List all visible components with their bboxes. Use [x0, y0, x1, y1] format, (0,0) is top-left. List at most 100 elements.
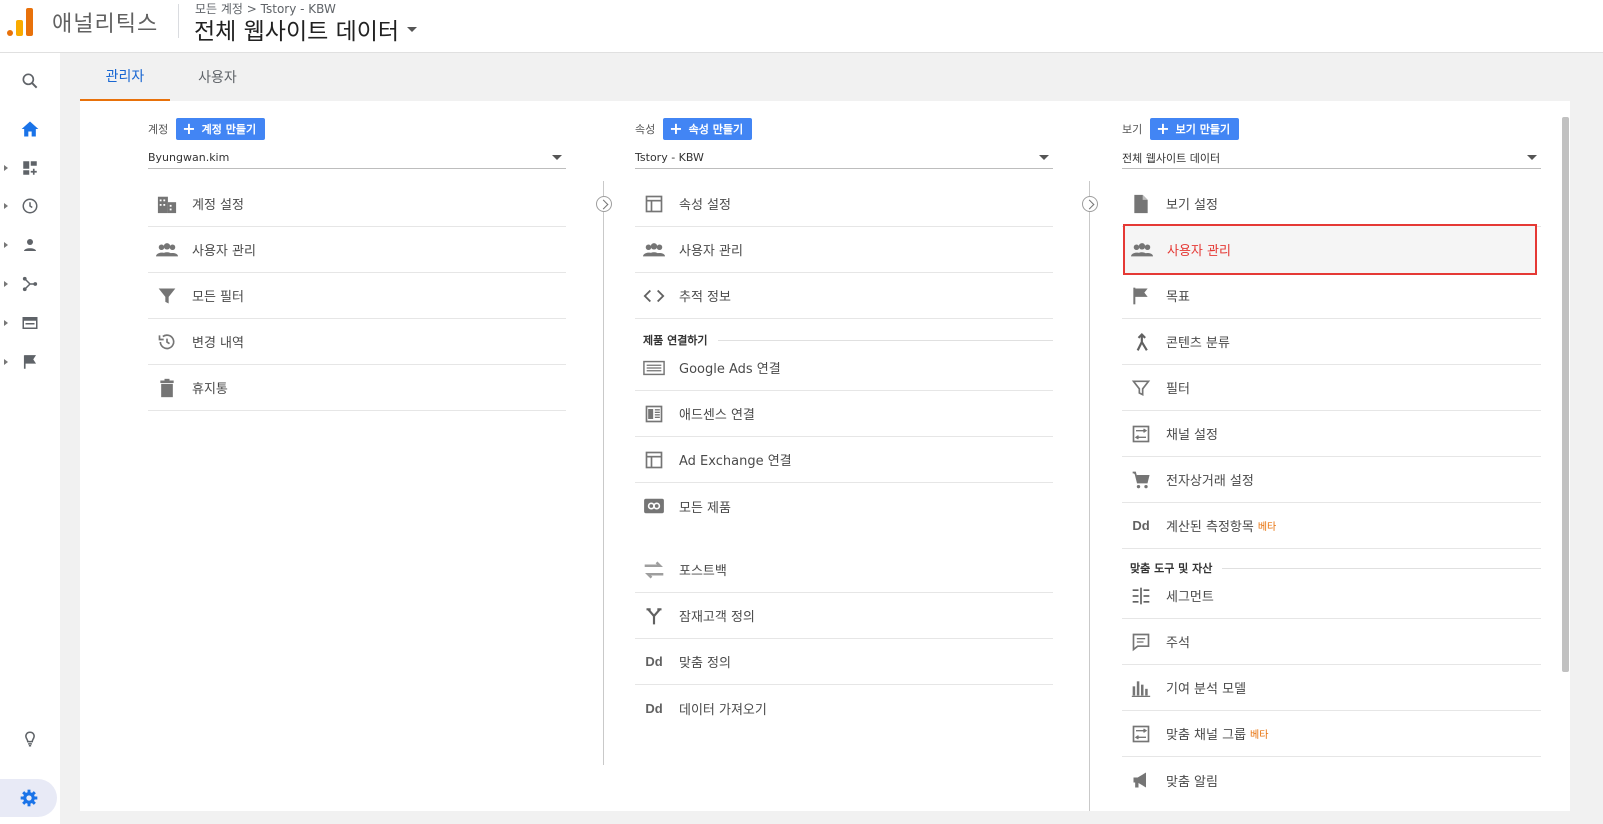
menu-label: Google Ads 연결: [679, 362, 781, 377]
comment-icon: [1130, 631, 1152, 653]
menu-label: 모든 필터: [192, 290, 244, 305]
tracking-info-item[interactable]: 추적 정보: [635, 273, 1053, 319]
admin-nav-button[interactable]: [0, 779, 57, 817]
lightbulb-icon: [25, 731, 35, 747]
realtime-nav-button[interactable]: [0, 189, 60, 223]
adsense-icon: [643, 403, 665, 425]
customization-nav-button[interactable]: [0, 151, 60, 185]
menu-label: 맞춤 알림: [1166, 774, 1218, 790]
plus-icon: +: [1156, 119, 1170, 138]
menu-label: Ad Exchange 연결: [679, 454, 792, 469]
view-settings-item[interactable]: 보기 설정: [1122, 181, 1541, 227]
menu-label: 모든 제품: [679, 500, 731, 516]
behavior-nav-button[interactable]: [0, 306, 60, 340]
menu-label: 사용자 관리: [192, 244, 256, 259]
beta-badge: 베타: [1250, 730, 1269, 741]
view-user-management-item[interactable]: 사용자 관리: [1123, 224, 1537, 275]
custom-alerts-item[interactable]: 맞춤 알림: [1122, 757, 1541, 803]
section-rule: [717, 339, 1053, 341]
custom-definitions-item[interactable]: Dd 맞춤 정의: [635, 639, 1053, 685]
view-selector[interactable]: 전체 웹사이트 데이터: [194, 12, 418, 46]
discover-nav-button[interactable]: [0, 722, 60, 756]
menu-label: 기여 분석 모델: [1166, 682, 1247, 697]
account-settings-item[interactable]: 계정 설정: [148, 181, 566, 227]
dd-icon: Dd: [645, 700, 663, 716]
expand-arrow-icon: [4, 165, 8, 171]
menu-label: 콘텐츠 분류: [1166, 336, 1230, 351]
search-nav-button[interactable]: [0, 64, 60, 98]
caret-down-icon: [1039, 155, 1049, 160]
column-divider: [1089, 181, 1090, 811]
view-selected: 전체 웹사이트 데이터: [1122, 151, 1221, 165]
property-user-management-item[interactable]: 사용자 관리: [635, 227, 1053, 273]
google-ads-link-item[interactable]: Google Ads 연결: [635, 345, 1053, 391]
postback-item[interactable]: 포스트백: [635, 547, 1053, 593]
ecommerce-settings-item[interactable]: 전자상거래 설정: [1122, 457, 1541, 503]
conversions-nav-button[interactable]: [0, 345, 60, 379]
change-history-item[interactable]: 변경 내역: [148, 319, 566, 365]
account-label: 계정: [148, 123, 169, 136]
fork-icon: [643, 605, 665, 627]
attribution-models-item[interactable]: 기여 분석 모델: [1122, 665, 1541, 711]
property-selected: Tstory - KBW: [635, 151, 704, 164]
tab-admin[interactable]: 관리자: [80, 53, 170, 101]
property-settings-item[interactable]: 속성 설정: [635, 181, 1053, 227]
flag-icon: [1130, 285, 1152, 307]
plus-icon: +: [182, 119, 196, 138]
trash-item[interactable]: 휴지통: [148, 365, 566, 411]
account-user-management-item[interactable]: 사용자 관리: [148, 227, 566, 273]
tab-user[interactable]: 사용자: [180, 53, 255, 101]
all-filters-item[interactable]: 모든 필터: [148, 273, 566, 319]
menu-label: 목표: [1166, 290, 1190, 305]
acquisition-nav-button[interactable]: [0, 267, 60, 301]
audience-nav-button[interactable]: [0, 228, 60, 262]
custom-channel-grouping-item[interactable]: 맞춤 채널 그룹 베타: [1122, 711, 1541, 757]
cart-icon: [1130, 469, 1152, 491]
view-label: 보기: [1122, 123, 1143, 136]
expand-arrow-icon: [4, 281, 8, 287]
segments-item[interactable]: 세그먼트: [1122, 573, 1541, 619]
ad-exchange-link-item[interactable]: Ad Exchange 연결: [635, 437, 1053, 483]
filter-icon: [156, 285, 178, 307]
view-filters-item[interactable]: 필터: [1122, 365, 1541, 411]
menu-label: 계산된 측정항목: [1166, 520, 1254, 535]
account-selector[interactable]: Byungwan.kim: [148, 147, 566, 169]
goals-item[interactable]: 목표: [1122, 273, 1541, 319]
all-products-item[interactable]: 모든 제품: [635, 483, 1053, 529]
calculated-metrics-item[interactable]: Dd 계산된 측정항목 베타: [1122, 503, 1541, 549]
menu-label: 전자상거래 설정: [1166, 474, 1254, 489]
create-view-button[interactable]: + 보기 만들기: [1150, 118, 1240, 140]
acquisition-icon: [22, 276, 38, 292]
expand-arrow-icon: [4, 242, 8, 248]
menu-label: 휴지통: [192, 382, 228, 397]
audience-definitions-item[interactable]: 잠재고객 정의: [635, 593, 1053, 639]
create-account-button[interactable]: + 계정 만들기: [176, 118, 266, 140]
panel-scrollbar[interactable]: [1562, 117, 1569, 672]
adsense-link-item[interactable]: 애드센스 연결: [635, 391, 1053, 437]
people-icon: [1131, 239, 1153, 261]
account-selected: Byungwan.kim: [148, 151, 230, 164]
home-nav-button[interactable]: [0, 112, 60, 146]
home-icon: [21, 121, 39, 137]
data-import-item[interactable]: Dd 데이터 가져오기: [635, 685, 1053, 731]
dd-icon: Dd: [1132, 518, 1150, 533]
menu-label: 세그먼트: [1166, 590, 1214, 605]
menu-label: 필터: [1166, 382, 1190, 397]
code-icon: [643, 285, 665, 307]
left-nav: [0, 53, 60, 824]
menu-label: 맞춤 채널 그룹: [1166, 728, 1247, 743]
merge-icon: [1130, 331, 1152, 353]
menu-label: 애드센스 연결: [679, 408, 755, 423]
caret-down-icon: [1527, 155, 1537, 160]
view-column-selector[interactable]: 전체 웹사이트 데이터: [1122, 147, 1541, 169]
content-grouping-item[interactable]: 콘텐츠 분류: [1122, 319, 1541, 365]
property-selector[interactable]: Tstory - KBW: [635, 147, 1053, 169]
menu-label: 채널 설정: [1166, 428, 1218, 443]
channel-settings-item[interactable]: 채널 설정: [1122, 411, 1541, 457]
channel-icon: [1130, 723, 1152, 745]
annotations-item[interactable]: 주석: [1122, 619, 1541, 665]
history-icon: [156, 331, 178, 353]
analytics-logo-icon[interactable]: [5, 6, 35, 36]
admin-panel: 계정 + 계정 만들기 Byungwan.kim 계정 설정 사용자 관리 모든…: [80, 101, 1570, 811]
create-property-button[interactable]: + 속성 만들기: [663, 118, 753, 140]
